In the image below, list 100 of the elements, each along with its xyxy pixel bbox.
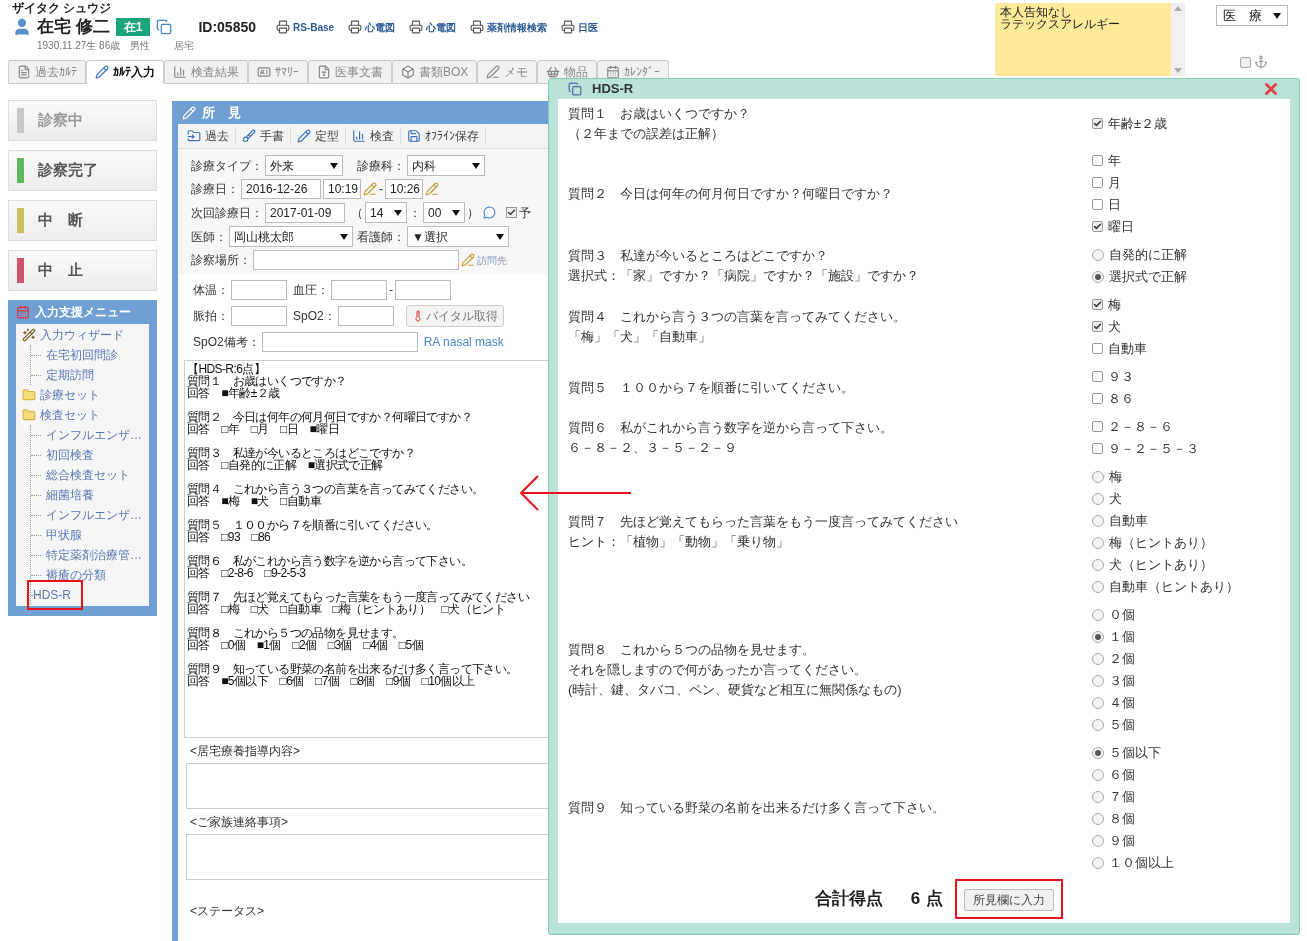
- radio-button[interactable]: [1092, 834, 1104, 847]
- radio-button[interactable]: [1092, 470, 1104, 483]
- menu-item[interactable]: 特定薬剤治療管…: [41, 546, 142, 564]
- radio-button[interactable]: [1092, 270, 1104, 283]
- tab[interactable]: メモ: [477, 60, 538, 84]
- status-button[interactable]: 診察完了: [8, 150, 157, 191]
- pencil-icon[interactable]: [363, 182, 377, 196]
- checkbox[interactable]: [1092, 177, 1103, 188]
- input-field[interactable]: [231, 306, 287, 326]
- checkbox[interactable]: [1092, 371, 1103, 382]
- radio-button[interactable]: [1092, 492, 1104, 505]
- input-field[interactable]: [253, 250, 459, 270]
- checkbox[interactable]: [1092, 118, 1103, 129]
- input-field[interactable]: [231, 280, 287, 300]
- scrollbar[interactable]: [1171, 3, 1185, 76]
- checkbox[interactable]: [1092, 155, 1103, 166]
- field-label: 予: [519, 204, 531, 222]
- field-label: SpO2：: [293, 308, 336, 325]
- checkbox[interactable]: [1092, 221, 1103, 232]
- scroll-up-icon[interactable]: [1174, 6, 1182, 11]
- select-field[interactable]: 内科: [407, 155, 485, 176]
- menu-item[interactable]: 総合検査セット: [41, 466, 130, 484]
- select-field[interactable]: ▼選択: [407, 226, 509, 247]
- radio-button[interactable]: [1092, 812, 1104, 825]
- input-field[interactable]: [337, 306, 394, 326]
- printer-link[interactable]: 心電図: [348, 19, 396, 35]
- menu-item[interactable]: 定期訪問: [41, 366, 94, 384]
- input-field[interactable]: [395, 280, 451, 300]
- menu-item[interactable]: 在宅初回問診: [41, 346, 118, 364]
- note-line: 回答 ■梅 ■犬 □自動車: [187, 495, 323, 507]
- anchor-icon[interactable]: [1254, 55, 1268, 69]
- radio-button[interactable]: [1092, 790, 1104, 803]
- menu-item[interactable]: インフルエンザ…: [41, 426, 142, 444]
- comment-icon[interactable]: [483, 206, 496, 219]
- input-field[interactable]: [261, 332, 418, 352]
- menu-item[interactable]: 入力ウィザード: [40, 326, 124, 344]
- radio-button[interactable]: [1092, 558, 1104, 571]
- checkbox[interactable]: [1092, 343, 1103, 354]
- radio-button[interactable]: [1092, 248, 1104, 261]
- select-field[interactable]: 00: [423, 202, 465, 223]
- pin-checkbox[interactable]: [1240, 56, 1251, 68]
- radio-button[interactable]: [1092, 746, 1104, 759]
- radio-button[interactable]: [1092, 652, 1104, 665]
- radio-button[interactable]: [1092, 674, 1104, 687]
- tab[interactable]: ｶﾙﾃ入力: [86, 60, 164, 84]
- windows-icon[interactable]: [156, 19, 173, 35]
- status-button[interactable]: 中 断: [8, 200, 157, 241]
- pencil-icon[interactable]: [461, 253, 475, 267]
- tab[interactable]: ｻﾏﾘｰ: [248, 60, 308, 84]
- checkbox[interactable]: [506, 207, 517, 218]
- input-field[interactable]: 10:19: [323, 179, 361, 199]
- pencil-icon[interactable]: [425, 182, 439, 196]
- radio-button[interactable]: [1092, 514, 1104, 527]
- tab[interactable]: 検査結果: [164, 60, 248, 84]
- toolbar-button[interactable]: 検査: [346, 127, 401, 145]
- checkbox[interactable]: [1092, 199, 1103, 210]
- printer-link[interactable]: 心電図: [409, 19, 457, 35]
- checkbox[interactable]: [1092, 443, 1103, 454]
- checkbox[interactable]: [1092, 393, 1103, 404]
- mode-select[interactable]: 医 療: [1216, 5, 1288, 26]
- menu-item[interactable]: 検査セット: [40, 406, 100, 424]
- menu-item[interactable]: 甲状腺: [41, 526, 82, 544]
- submit-button[interactable]: 所見欄に入力: [964, 888, 1055, 911]
- radio-button[interactable]: [1092, 630, 1104, 643]
- calendar-icon: [606, 65, 621, 79]
- menu-item[interactable]: インフルエンザ…: [41, 506, 142, 524]
- option-label: ８６: [1108, 389, 1134, 408]
- menu-item[interactable]: 初回検査: [41, 446, 94, 464]
- toolbar-button[interactable]: 定型: [291, 127, 346, 145]
- scroll-down-icon[interactable]: [1174, 68, 1182, 73]
- checkbox[interactable]: [1092, 321, 1103, 332]
- radio-button[interactable]: [1092, 608, 1104, 621]
- status-button[interactable]: 中 止: [8, 250, 157, 291]
- input-field[interactable]: 2016-12-26: [241, 179, 321, 199]
- printer-link[interactable]: 日医: [561, 19, 599, 35]
- menu-item[interactable]: HDS-R: [27, 580, 83, 610]
- radio-button[interactable]: [1092, 580, 1104, 593]
- radio-button[interactable]: [1092, 856, 1104, 869]
- select-field[interactable]: 外来: [265, 155, 343, 176]
- checkbox[interactable]: [1092, 421, 1103, 432]
- menu-item[interactable]: 細菌培養: [41, 486, 94, 504]
- input-field[interactable]: 2017-01-09: [265, 202, 345, 223]
- checkbox[interactable]: [1092, 299, 1103, 310]
- input-field[interactable]: [331, 280, 387, 300]
- caret-icon: [452, 209, 460, 216]
- select-field[interactable]: 岡山桃太郎: [229, 226, 353, 247]
- printer-link[interactable]: RS-Base: [276, 19, 335, 35]
- printer-link[interactable]: 薬剤情報検索: [470, 19, 548, 35]
- option-label: 梅: [1108, 295, 1121, 314]
- menu-item[interactable]: 診療セット: [40, 386, 100, 404]
- toolbar-button[interactable]: 過去: [181, 127, 236, 145]
- vital-fetch-button[interactable]: バイタル取得: [405, 305, 504, 327]
- radio-button[interactable]: [1092, 768, 1104, 781]
- radio-button[interactable]: [1092, 696, 1104, 709]
- toolbar-button[interactable]: ｵﾌﾗｲﾝ保存: [401, 127, 486, 145]
- toolbar-button[interactable]: 手書: [236, 127, 291, 145]
- radio-button[interactable]: [1092, 536, 1104, 549]
- select-field[interactable]: 14: [365, 202, 407, 223]
- radio-button[interactable]: [1092, 718, 1104, 731]
- input-field[interactable]: 10:26: [385, 179, 423, 199]
